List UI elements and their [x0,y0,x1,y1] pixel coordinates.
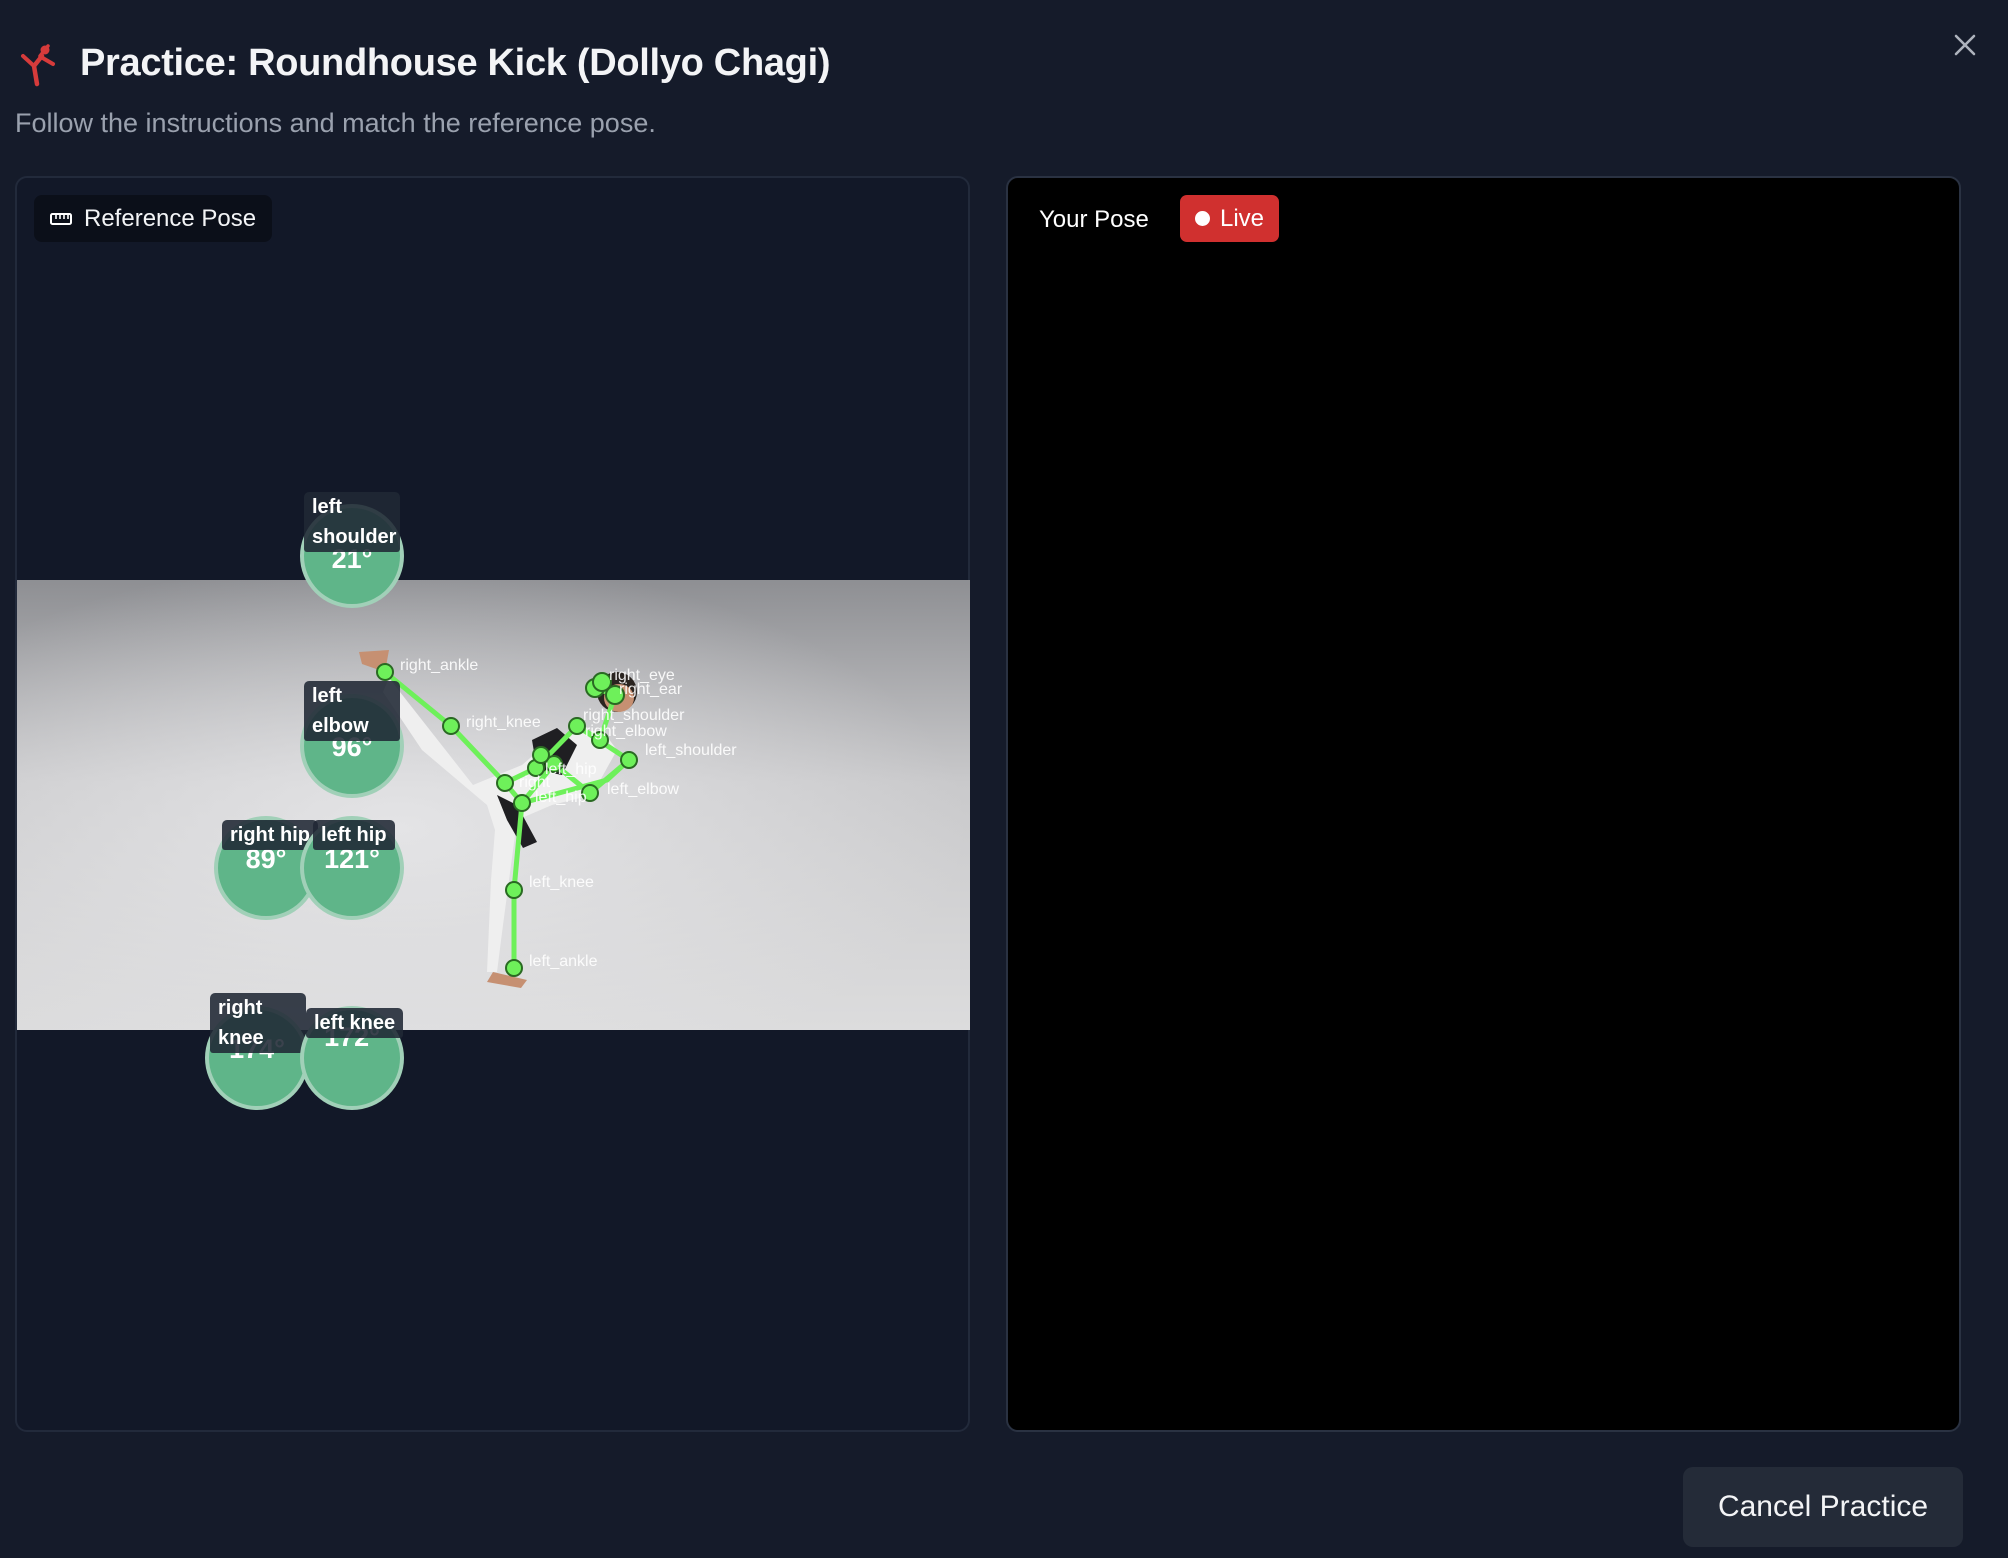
keypoint-label: left_knee [529,874,594,891]
live-badge-label: Live [1220,204,1265,232]
cancel-practice-button[interactable]: Cancel Practice [1683,1467,1963,1547]
joint-label-left-elbow: left elbow [304,681,400,741]
page-subtitle: Follow the instructions and match the re… [15,108,656,138]
joint-label-left-hip: left hip [313,820,395,850]
keypoint-label: right_ear [619,681,683,698]
keypoint-label: left_hip [545,761,597,778]
live-badge: Live [1180,195,1280,242]
close-icon[interactable] [1948,28,1982,62]
reference-pose-image: right_ankle right_knee right_eye right_e… [17,580,970,1030]
keypoint-label: left_elbow [607,781,679,798]
page-title: Practice: Roundhouse Kick (Dollyo Chagi) [80,42,831,84]
keypoint-label: left_ankle [529,953,598,970]
joint-label-left-shoulder: left shoulder [304,492,400,552]
keypoint-label: left_shoulder [645,742,737,759]
reference-pose-label: Reference Pose [84,204,257,232]
your-pose-panel: Your Pose Live [1006,176,1961,1432]
joint-label-left-knee: left knee [306,1008,404,1038]
keypoint-label: left_hip [535,789,587,806]
keypoint-label: right_ankle [400,657,478,674]
ruler-icon [50,212,72,225]
keypoint-label: right_elbow [585,723,667,740]
your-pose-label: Your Pose [1039,206,1149,233]
joint-label-right-knee: right knee [210,993,306,1053]
martial-arts-kick-icon [21,44,55,87]
keypoint-label: right_knee [466,714,541,731]
reference-pose-panel: Reference Pose right_ankle right_knee ri… [15,176,970,1432]
reference-pose-badge: Reference Pose [34,195,273,242]
keypoint-label: right_shoulder [583,707,685,724]
live-dot-icon [1195,211,1210,226]
